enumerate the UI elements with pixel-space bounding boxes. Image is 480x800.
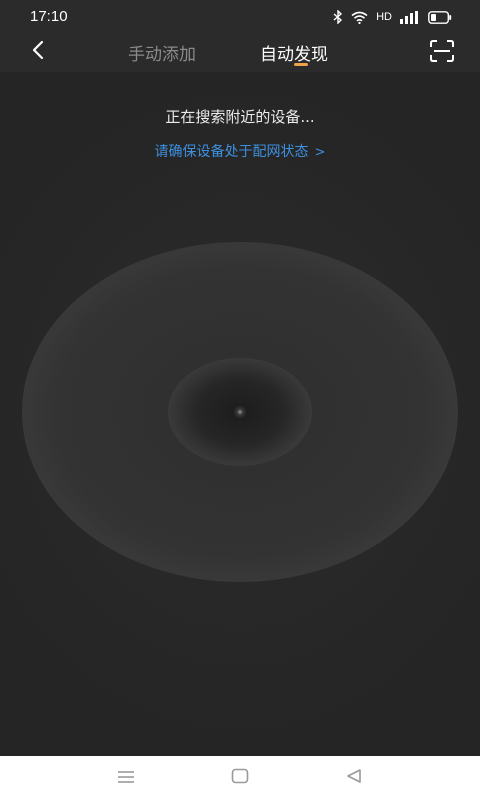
system-nav-bar [0, 756, 480, 800]
pairing-hint-link[interactable]: 请确保设备处于配网状态 > [0, 141, 480, 161]
tab-auto-discover[interactable]: 自动发现 [260, 40, 328, 65]
chevron-left-icon [31, 40, 45, 64]
header: 手动添加 自动发现 [0, 34, 480, 72]
scan-button[interactable] [428, 39, 456, 67]
cellular-signal-icon [400, 10, 420, 24]
battery-icon [428, 10, 452, 24]
chevron-right-icon: > [314, 145, 326, 160]
status-bar: 17:10 HD [0, 0, 480, 34]
status-time: 17:10 [30, 8, 68, 25]
nav-home-button[interactable] [228, 766, 252, 790]
radar-center-dot [233, 405, 247, 419]
search-status-text: 正在搜索附近的设备... [165, 108, 315, 126]
radar-animation [0, 76, 480, 748]
home-icon [231, 768, 249, 788]
device-search-area: 正在搜索附近的设备... 请确保设备处于配网状态 > [0, 72, 480, 756]
scan-icon [430, 40, 454, 66]
nav-back-button[interactable] [342, 766, 366, 790]
nav-menu-button[interactable] [114, 766, 138, 790]
back-button[interactable] [24, 38, 52, 66]
pairing-hint-text: 请确保设备处于配网状态 [154, 144, 309, 160]
bluetooth-icon [333, 10, 343, 24]
back-triangle-icon [345, 768, 363, 788]
network-hd-label: HD [376, 11, 392, 23]
status-icons: HD [333, 8, 452, 26]
menu-icon [117, 769, 135, 788]
tab-manual-add[interactable]: 手动添加 [128, 40, 196, 65]
wifi-icon [351, 11, 368, 24]
active-tab-indicator [294, 63, 308, 66]
